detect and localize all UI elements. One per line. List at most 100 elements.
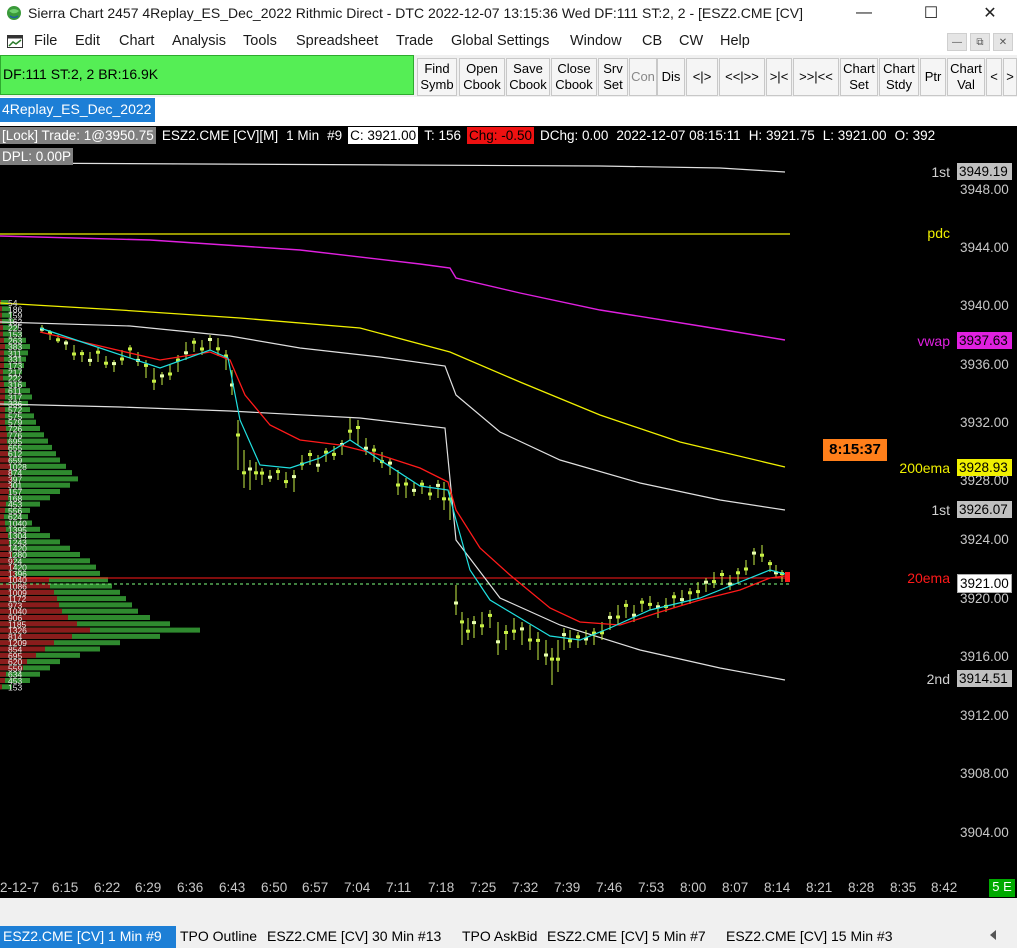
menu-trade[interactable]: Trade <box>396 33 433 49</box>
candle-body <box>496 640 500 644</box>
candle-body <box>88 358 92 362</box>
candle-body <box>184 351 188 355</box>
chartbook-tab[interactable]: 4Replay_ES_Dec_2022 <box>0 98 156 122</box>
tab-esz2-5min[interactable]: ESZ2.CME [CV] 5 Min #7 <box>544 926 722 948</box>
menu-cw[interactable]: CW <box>679 33 703 49</box>
chart-number-readout: #9 <box>327 128 343 143</box>
save-cbook-button[interactable]: Save Cbook <box>506 58 550 96</box>
tab-esz2-15min[interactable]: ESZ2.CME [CV] 15 Min #3 <box>723 926 911 948</box>
time-axis-badge[interactable]: 5 E <box>989 879 1015 897</box>
candle-body <box>460 620 464 624</box>
candle-body <box>112 362 116 366</box>
vwap-label: vwap <box>917 333 950 349</box>
candle-body <box>512 629 516 633</box>
menu-file[interactable]: File <box>34 33 57 49</box>
scroll-button[interactable]: <<|>> <box>719 58 765 96</box>
tab-tpo-outline[interactable]: TPO Outline <box>177 926 263 948</box>
close-button[interactable]: ✕ <box>967 0 1013 26</box>
volume-profile-bar-sell <box>0 426 6 431</box>
server-settings-button[interactable]: Srv Set <box>598 58 628 96</box>
mdi-minimize-button[interactable]: — <box>947 33 967 51</box>
chart-area[interactable]: 54 186 159 162 225 153 263 383 311 331 173 217 222 31… <box>0 126 1017 878</box>
chart-values-button[interactable]: Chart Val <box>947 58 985 96</box>
volume-profile-bar-sell <box>0 306 2 312</box>
maximize-button[interactable]: ☐ <box>908 0 954 26</box>
chart-settings-button[interactable]: Chart Set <box>840 58 878 96</box>
ema200-label: 200ema <box>899 460 950 476</box>
candle-body <box>292 475 296 479</box>
volume-profile-bar-sell <box>0 684 2 690</box>
time-tick: 7:39 <box>554 880 581 895</box>
mdi-restore-button[interactable]: ⧉ <box>970 33 990 51</box>
menu-tools[interactable]: Tools <box>243 33 277 49</box>
connect-button[interactable]: Con <box>629 58 657 96</box>
expand-button[interactable]: >>|<< <box>793 58 839 96</box>
candle-body <box>648 602 652 606</box>
horizontal-scrollbar[interactable] <box>0 898 1017 920</box>
price-tick: 3944.00 <box>960 240 1009 255</box>
time-tick: 6:36 <box>177 880 204 895</box>
time-tick: 7:18 <box>428 880 455 895</box>
time-tick: 7:11 <box>386 880 412 895</box>
tab-scroll-left-button[interactable] <box>985 926 1015 948</box>
menu-cb[interactable]: CB <box>642 33 662 49</box>
candle-body <box>248 467 252 471</box>
vwap-line <box>0 235 786 341</box>
candle-body <box>616 615 620 619</box>
toolbar-right-button[interactable]: > <box>1003 58 1017 96</box>
time-tick: 6:57 <box>302 880 329 895</box>
menu-analysis[interactable]: Analysis <box>172 33 226 49</box>
center-button[interactable]: <|> <box>686 58 718 96</box>
candle-body <box>104 361 108 365</box>
lower-band-2nd-price: 3914.51 <box>957 670 1012 687</box>
disconnect-button[interactable]: Dis <box>657 58 685 96</box>
candle-body <box>128 347 132 351</box>
menu-spreadsheet[interactable]: Spreadsheet <box>296 33 378 49</box>
interval-readout: 1 Min <box>286 128 320 143</box>
candle-body <box>120 357 124 361</box>
volume-profile-bar-sell <box>0 514 4 520</box>
tab-tpo-askbid[interactable]: TPO AskBid <box>459 926 543 948</box>
menu-global-settings[interactable]: Global Settings <box>451 33 549 49</box>
close-cbook-button[interactable]: Close Cbook <box>551 58 597 96</box>
candle-body <box>624 603 628 607</box>
close-readout: C: 3921.00 <box>348 127 419 144</box>
volume-profile-bar-sell <box>0 400 4 406</box>
mdi-close-button[interactable]: ✕ <box>993 33 1013 51</box>
pointer-button[interactable]: Ptr <box>920 58 946 96</box>
volume-profile-bar-sell <box>0 413 5 419</box>
chart-window-icon[interactable] <box>7 35 23 48</box>
connection-status-box[interactable]: DF:111 ST:2, 2 BR:16.9K <box>0 55 414 95</box>
tab-esz2-30min[interactable]: ESZ2.CME [CV] 30 Min #13 <box>264 926 458 948</box>
dchange-readout: DChg: 0.00 <box>540 128 609 143</box>
menu-help[interactable]: Help <box>720 33 750 49</box>
price-tick: 3920.00 <box>960 591 1009 606</box>
price-tick: 3936.00 <box>960 357 1009 372</box>
menu-window[interactable]: Window <box>570 33 622 49</box>
candle-body <box>454 601 458 605</box>
menu-edit[interactable]: Edit <box>75 33 100 49</box>
find-symbol-button[interactable]: Find Symb <box>417 58 457 96</box>
compress-button[interactable]: >|< <box>766 58 792 96</box>
volume-profile-bar-sell <box>0 331 3 337</box>
time-tick: 7:53 <box>638 880 665 895</box>
candle-body <box>372 448 376 452</box>
chart-studies-button[interactable]: Chart Stdy <box>879 58 919 96</box>
candle-body <box>276 470 280 474</box>
minimize-button[interactable]: — <box>841 0 887 26</box>
candle-body <box>768 562 772 566</box>
ema20-line <box>39 331 786 626</box>
time-tick: 2-12-7 <box>0 880 40 895</box>
menu-chart[interactable]: Chart <box>119 33 154 49</box>
volume-profile-bar-sell <box>0 381 4 387</box>
tab-esz2-1min[interactable]: ESZ2.CME [CV] 1 Min #9 <box>0 926 176 948</box>
time-axis: 2-12-7 6:15 6:22 6:29 6:36 6:43 6:50 6:5… <box>0 878 1017 898</box>
volume-profile-bar-sell <box>0 375 3 381</box>
chart-info-bar: [Lock] Trade: 1@3950.75 ESZ2.CME [CV][M] 1… <box>0 127 941 145</box>
open-cbook-button[interactable]: Open Cbook <box>459 58 505 96</box>
volume-profile-bar-sell <box>0 520 5 526</box>
title-bar: Sierra Chart 2457 4Replay_ES_Dec_2022 Ri… <box>0 0 1017 26</box>
candle-body <box>56 338 60 342</box>
price-chart-canvas[interactable]: 5418615916222515326338331133117321722231… <box>0 126 1017 878</box>
toolbar-left-button[interactable]: < <box>986 58 1002 96</box>
